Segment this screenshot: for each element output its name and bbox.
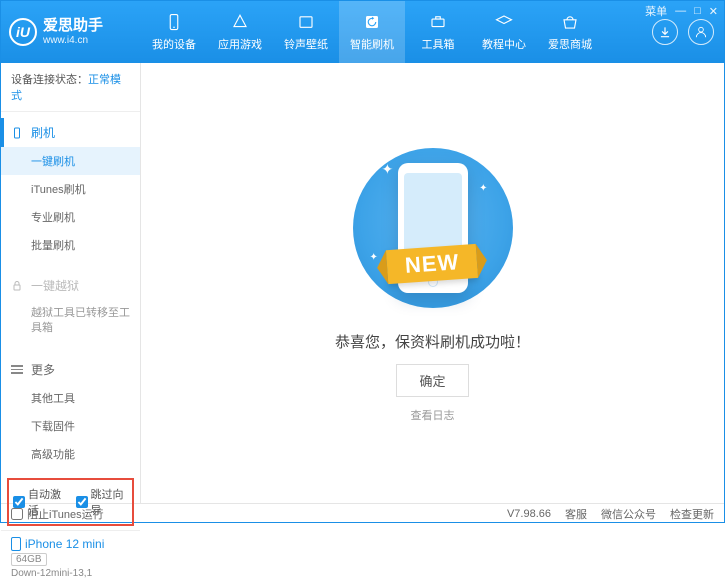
version-label: V7.98.66 bbox=[507, 508, 551, 520]
window-controls: 菜单 — □ ✕ bbox=[645, 3, 718, 19]
customer-service-link[interactable]: 客服 bbox=[565, 506, 587, 522]
sidebar-item-download-firmware[interactable]: 下载固件 bbox=[1, 412, 140, 440]
toolbox-icon bbox=[428, 12, 448, 32]
new-ribbon: NEW bbox=[386, 244, 478, 284]
nav-store[interactable]: 爱思商城 bbox=[537, 1, 603, 63]
phone-icon bbox=[164, 12, 184, 32]
view-log-link[interactable]: 查看日志 bbox=[411, 407, 455, 423]
sidebar-more-head[interactable]: 更多 bbox=[1, 355, 140, 384]
device-info[interactable]: iPhone 12 mini 64GB Down-12mini-13,1 bbox=[1, 530, 140, 585]
nav-apps-games[interactable]: 应用游戏 bbox=[207, 1, 273, 63]
app-url: www.i4.cn bbox=[43, 35, 103, 47]
nav-my-device[interactable]: 我的设备 bbox=[141, 1, 207, 63]
hamburger-icon bbox=[11, 362, 25, 376]
nav-toolbox[interactable]: 工具箱 bbox=[405, 1, 471, 63]
lock-icon bbox=[11, 279, 25, 293]
sidebar-flash-head[interactable]: 刷机 bbox=[1, 118, 140, 147]
store-icon bbox=[560, 12, 580, 32]
connection-status: 设备连接状态：正常模式 bbox=[1, 63, 140, 112]
app-header: 菜单 — □ ✕ iU 爱思助手 www.i4.cn 我的设备 应用游戏 铃声壁… bbox=[1, 1, 724, 63]
nav-tutorials[interactable]: 教程中心 bbox=[471, 1, 537, 63]
minimize-icon[interactable]: — bbox=[675, 5, 686, 17]
wallpaper-icon bbox=[296, 12, 316, 32]
jailbreak-note: 越狱工具已转移至工具箱 bbox=[1, 300, 140, 343]
checkbox-block-itunes[interactable]: 阻止iTunes运行 bbox=[11, 506, 104, 522]
device-firmware: Down-12mini-13,1 bbox=[11, 568, 130, 579]
graduation-icon bbox=[494, 12, 514, 32]
top-nav: 我的设备 应用游戏 铃声壁纸 智能刷机 工具箱 教程中心 爱思商城 bbox=[141, 1, 652, 63]
sidebar-jailbreak-head: 一键越狱 bbox=[1, 271, 140, 300]
phone-small-icon bbox=[11, 126, 25, 140]
user-button[interactable] bbox=[688, 19, 714, 45]
sidebar: 设备连接状态：正常模式 刷机 一键刷机 iTunes刷机 专业刷机 批量刷机 一… bbox=[1, 63, 141, 503]
device-storage: 64GB bbox=[11, 553, 47, 566]
app-logo: iU 爱思助手 www.i4.cn bbox=[1, 1, 141, 63]
menu-icon[interactable]: 菜单 bbox=[645, 3, 667, 19]
download-button[interactable] bbox=[652, 19, 678, 45]
sidebar-item-onekey-flash[interactable]: 一键刷机 bbox=[1, 147, 140, 175]
nav-ringtone-wallpaper[interactable]: 铃声壁纸 bbox=[273, 1, 339, 63]
sidebar-item-itunes-flash[interactable]: iTunes刷机 bbox=[1, 175, 140, 203]
maximize-icon[interactable]: □ bbox=[694, 5, 701, 17]
device-name: iPhone 12 mini bbox=[11, 537, 130, 551]
ok-button[interactable]: 确定 bbox=[396, 364, 468, 397]
nav-smart-flash[interactable]: 智能刷机 bbox=[339, 1, 405, 63]
close-icon[interactable]: ✕ bbox=[709, 5, 718, 18]
refresh-icon bbox=[362, 12, 382, 32]
sidebar-item-other-tools[interactable]: 其他工具 bbox=[1, 384, 140, 412]
main-content: ✦ ✦ ✦ NEW 恭喜您，保资料刷机成功啦！ 确定 查看日志 bbox=[141, 63, 724, 503]
check-update-link[interactable]: 检查更新 bbox=[670, 506, 714, 522]
app-name: 爱思助手 bbox=[43, 17, 103, 35]
success-message: 恭喜您，保资料刷机成功啦！ bbox=[335, 331, 530, 352]
sidebar-item-batch-flash[interactable]: 批量刷机 bbox=[1, 231, 140, 259]
sidebar-item-pro-flash[interactable]: 专业刷机 bbox=[1, 203, 140, 231]
logo-icon: iU bbox=[9, 18, 37, 46]
success-illustration: ✦ ✦ ✦ NEW bbox=[348, 143, 518, 313]
wechat-link[interactable]: 微信公众号 bbox=[601, 506, 656, 522]
apps-icon bbox=[230, 12, 250, 32]
sidebar-item-advanced[interactable]: 高级功能 bbox=[1, 440, 140, 468]
